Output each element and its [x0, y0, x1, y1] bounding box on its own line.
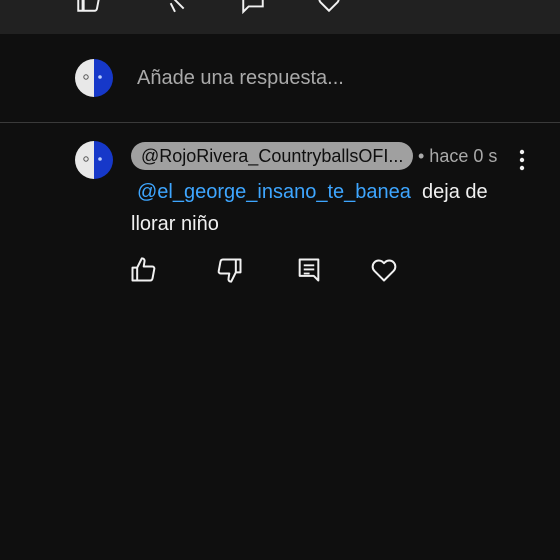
- thumbs-up-icon[interactable]: [75, 0, 101, 14]
- reply-icon: [298, 258, 320, 282]
- more-options-button[interactable]: [512, 146, 532, 174]
- dislike-icon[interactable]: [162, 0, 188, 14]
- heart-button[interactable]: [370, 256, 400, 286]
- commenter-avatar[interactable]: [75, 141, 113, 179]
- thumbs-up-icon: [131, 257, 156, 282]
- dislike-button[interactable]: [216, 256, 246, 286]
- like-button[interactable]: [129, 256, 159, 286]
- top-action-bar: [0, 0, 560, 34]
- heart-icon[interactable]: [316, 0, 342, 14]
- mention-link[interactable]: @el_george_insano_te_banea: [131, 181, 411, 203]
- comment-author[interactable]: @RojoRivera_CountryballsOFI...: [131, 142, 413, 170]
- reply-input-placeholder[interactable]: Añade una respuesta...: [137, 67, 344, 90]
- comment-body: @el_george_insano_te_banea deja de llora…: [131, 176, 531, 240]
- reply-button[interactable]: [295, 256, 325, 286]
- more-vert-icon: [519, 149, 525, 171]
- comment-icon[interactable]: [240, 0, 266, 14]
- comment-timestamp: • hace 0 s: [418, 146, 498, 166]
- thumbs-down-icon: [217, 258, 242, 283]
- heart-icon: [371, 259, 397, 282]
- divider: [0, 122, 560, 123]
- user-avatar[interactable]: [75, 59, 113, 97]
